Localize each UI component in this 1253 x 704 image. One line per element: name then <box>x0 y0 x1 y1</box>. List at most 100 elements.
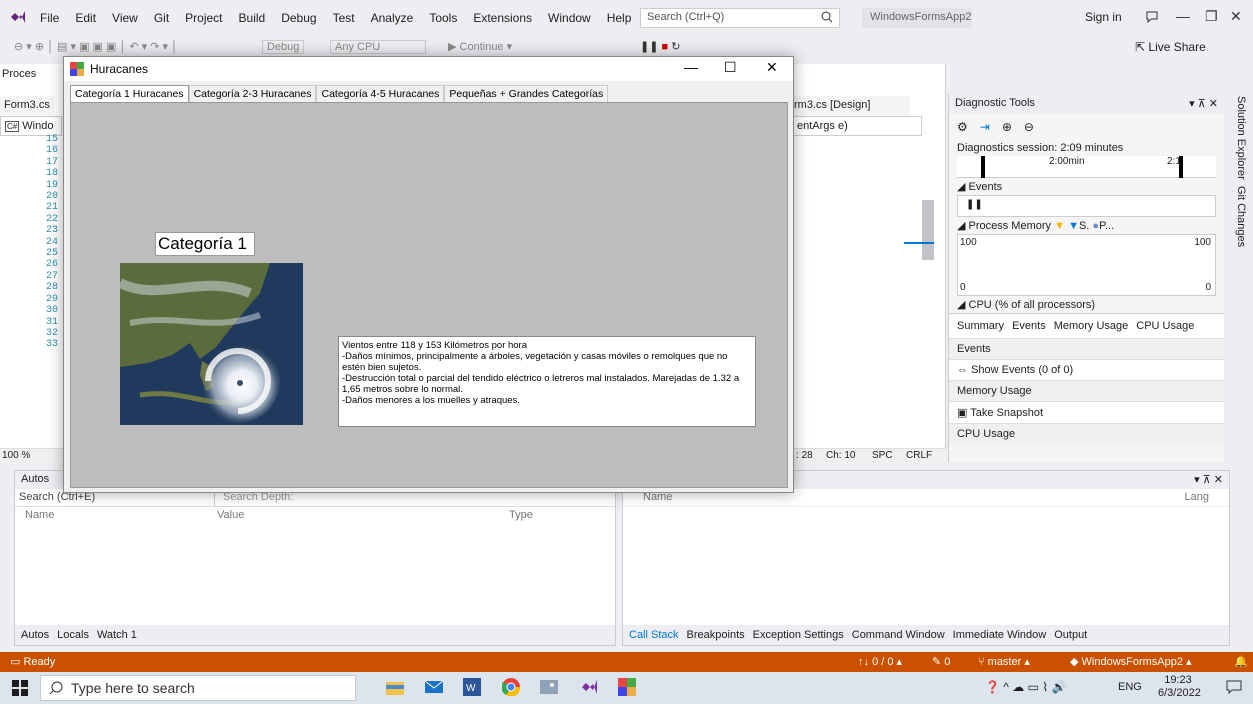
tab-breakpoints[interactable]: Breakpoints <box>687 629 745 641</box>
show-events-link[interactable]: ⇔ Show Events (0 of 0) <box>949 359 1224 380</box>
arrows-indicator[interactable]: ↑↓ 0 / 0 ▴ <box>858 655 902 668</box>
process-memory-header[interactable]: ◢ Process Memory ▼ ▼S. ●P... <box>949 217 1224 234</box>
member-dropdown[interactable]: entArgs e) <box>792 116 922 136</box>
editor-scrollbar[interactable] <box>922 200 934 260</box>
menu-item-build[interactable]: Build <box>231 0 274 36</box>
notification-bell-icon[interactable]: 🔔 <box>1234 655 1248 668</box>
continue-button[interactable]: ▶ Continue ▾ <box>448 40 512 53</box>
tab-exception-settings[interactable]: Exception Settings <box>753 629 844 641</box>
tab-form3-cs[interactable]: Form3.cs <box>0 96 54 116</box>
project-indicator[interactable]: ◆ WindowsFormsApp2 ▴ <box>1070 655 1192 668</box>
menu-item-help[interactable]: Help <box>599 0 640 36</box>
zoom-out-icon[interactable]: ⊖ <box>1024 120 1034 134</box>
crlf-indicator[interactable]: CRLF <box>906 450 932 461</box>
menu-item-test[interactable]: Test <box>325 0 363 36</box>
chrome-icon[interactable] <box>502 678 520 696</box>
tab-output[interactable]: Output <box>1054 629 1087 641</box>
zoom-level[interactable]: 100 % <box>2 450 30 461</box>
menu-item-file[interactable]: File <box>32 0 67 36</box>
menu-item-git[interactable]: Git <box>146 0 177 36</box>
take-snapshot-button[interactable]: ▣ Take Snapshot <box>949 401 1224 423</box>
cpu-header[interactable]: ◢ CPU (% of all processors) <box>949 296 1224 313</box>
menu-item-view[interactable]: View <box>104 0 146 36</box>
live-share-button[interactable]: ⇱ Live Share <box>1135 40 1206 54</box>
windows-start-icon[interactable] <box>12 680 28 696</box>
svg-text:W: W <box>466 683 476 694</box>
menu-item-tools[interactable]: Tools <box>421 0 465 36</box>
close-icon[interactable]: ✕ <box>766 59 778 76</box>
tab-immediate-window[interactable]: Immediate Window <box>953 629 1047 641</box>
tab-events[interactable]: Events <box>1012 320 1046 332</box>
taskbar-search-input[interactable]: Type here to search <box>40 675 356 701</box>
tab-watch-1[interactable]: Watch 1 <box>97 629 137 641</box>
tab-form3-designer[interactable]: rm3.cs [Design] <box>790 96 910 116</box>
hurricane-tab-2[interactable]: Categoría 2-3 Huracanes <box>188 85 317 102</box>
hurricane-tab-3[interactable]: Categoría 4-5 Huracanes <box>316 85 445 102</box>
autos-col-value[interactable]: Value <box>217 509 244 521</box>
tab-command-window[interactable]: Command Window <box>852 629 945 641</box>
notifications-icon[interactable] <box>1226 680 1242 694</box>
language-indicator[interactable]: ENG <box>1118 681 1142 693</box>
menu-item-window[interactable]: Window <box>540 0 599 36</box>
timeline-ruler[interactable]: 2:00min 2:1 <box>957 156 1216 178</box>
settings-gear-icon[interactable]: ⚙ <box>957 120 968 134</box>
huracanes-title-bar[interactable]: Huracanes — ☐ ✕ <box>64 57 793 81</box>
file-explorer-icon[interactable] <box>386 679 404 695</box>
category-description-textbox[interactable]: Vientos entre 118 y 153 Kilómetros por h… <box>338 336 756 427</box>
feedback-icon[interactable] <box>1145 9 1159 23</box>
git-changes-tab[interactable]: Git Changes <box>1235 186 1247 247</box>
config-dropdown[interactable]: Debug <box>262 40 305 54</box>
menu-item-debug[interactable]: Debug <box>273 0 324 36</box>
hurricane-tab-4[interactable]: Pequeñas + Grandes Categorías <box>444 85 609 102</box>
menu-item-edit[interactable]: Edit <box>67 0 104 36</box>
restore-icon[interactable]: ❐ <box>1205 8 1218 25</box>
diagnostic-tools-header: Diagnostic Tools ▾ ⊼ ✕ <box>949 94 1224 114</box>
menu-item-analyze[interactable]: Analyze <box>363 0 422 36</box>
spc-indicator[interactable]: SPC <box>872 450 893 461</box>
tab-autos[interactable]: Autos <box>21 629 49 641</box>
tab-summary[interactable]: Summary <box>957 320 1004 332</box>
menu-item-extensions[interactable]: Extensions <box>465 0 540 36</box>
tab-memory-usage[interactable]: Memory Usage <box>1054 320 1129 332</box>
minimize-icon[interactable]: — <box>1176 8 1190 24</box>
search-input[interactable]: Search (Ctrl+Q) <box>640 8 840 28</box>
solution-explorer-tab[interactable]: Solution Explorer <box>1235 96 1247 180</box>
export-icon[interactable]: ⇥ <box>980 120 990 134</box>
close-icon[interactable]: ✕ <box>1230 8 1242 25</box>
callstack-col-lang[interactable]: Lang <box>1185 491 1209 503</box>
nav-buttons-icon[interactable]: ⊖ ▾ ⊕ │ ▤ ▾ ▣ ▣ ▣ │ ↶ ▾ ↷ ▾ │ <box>14 40 178 53</box>
autos-tabs: Autos Locals Watch 1 <box>15 625 615 645</box>
hurricane-satellite-image <box>120 263 303 425</box>
callstack-tabs: Call Stack Breakpoints Exception Settings C… <box>623 625 1229 645</box>
zoom-in-icon[interactable]: ⊕ <box>1002 120 1012 134</box>
minimize-icon[interactable]: — <box>684 59 698 75</box>
session-duration: Diagnostics session: 2:09 minutes <box>957 142 1124 154</box>
photos-icon[interactable] <box>540 678 558 696</box>
sign-in-button[interactable]: Sign in <box>1085 10 1122 24</box>
visual-studio-taskbar-icon[interactable] <box>580 678 598 696</box>
menu-item-project[interactable]: Project <box>177 0 230 36</box>
winforms-app-taskbar-icon[interactable] <box>618 678 636 696</box>
branch-indicator[interactable]: ⑂ master ▴ <box>978 655 1030 668</box>
camera-icon: ▣ <box>957 407 968 419</box>
pencil-indicator[interactable]: ✎ 0 <box>932 655 950 668</box>
tab-call-stack[interactable]: Call Stack <box>629 629 679 641</box>
word-icon[interactable]: W <box>463 678 481 696</box>
system-tray-icons[interactable]: ❓ ^ ☁ ▭ ⌇ 🔊 <box>985 680 1066 694</box>
hurricane-tab-1[interactable]: Categoría 1 Huracanes <box>70 85 189 102</box>
tab-locals[interactable]: Locals <box>57 629 89 641</box>
mail-icon[interactable] <box>425 679 443 695</box>
type-dropdown[interactable]: C# Windo <box>0 116 62 136</box>
line-indicator: : 28 <box>796 450 813 461</box>
events-header[interactable]: ◢ Events <box>949 178 1224 195</box>
diagnostic-toolbar: ⚙ ⇥ ⊕ ⊖ <box>949 114 1224 140</box>
debug-controls-icon[interactable]: ❚❚ ■ ↻ <box>640 40 680 53</box>
maximize-icon[interactable]: ☐ <box>724 59 737 76</box>
autos-col-name[interactable]: Name <box>25 509 54 521</box>
tab-cpu-usage[interactable]: CPU Usage <box>1136 320 1194 332</box>
platform-dropdown[interactable]: Any CPU <box>330 40 426 54</box>
clock[interactable]: 19:23 6/3/2022 <box>1158 674 1201 700</box>
windows-taskbar: Type here to search W ❓ ^ ☁ ▭ ⌇ 🔊 ENG 19… <box>0 672 1253 704</box>
events-graph: ❚❚ <box>957 195 1216 217</box>
autos-col-type[interactable]: Type <box>509 509 533 521</box>
